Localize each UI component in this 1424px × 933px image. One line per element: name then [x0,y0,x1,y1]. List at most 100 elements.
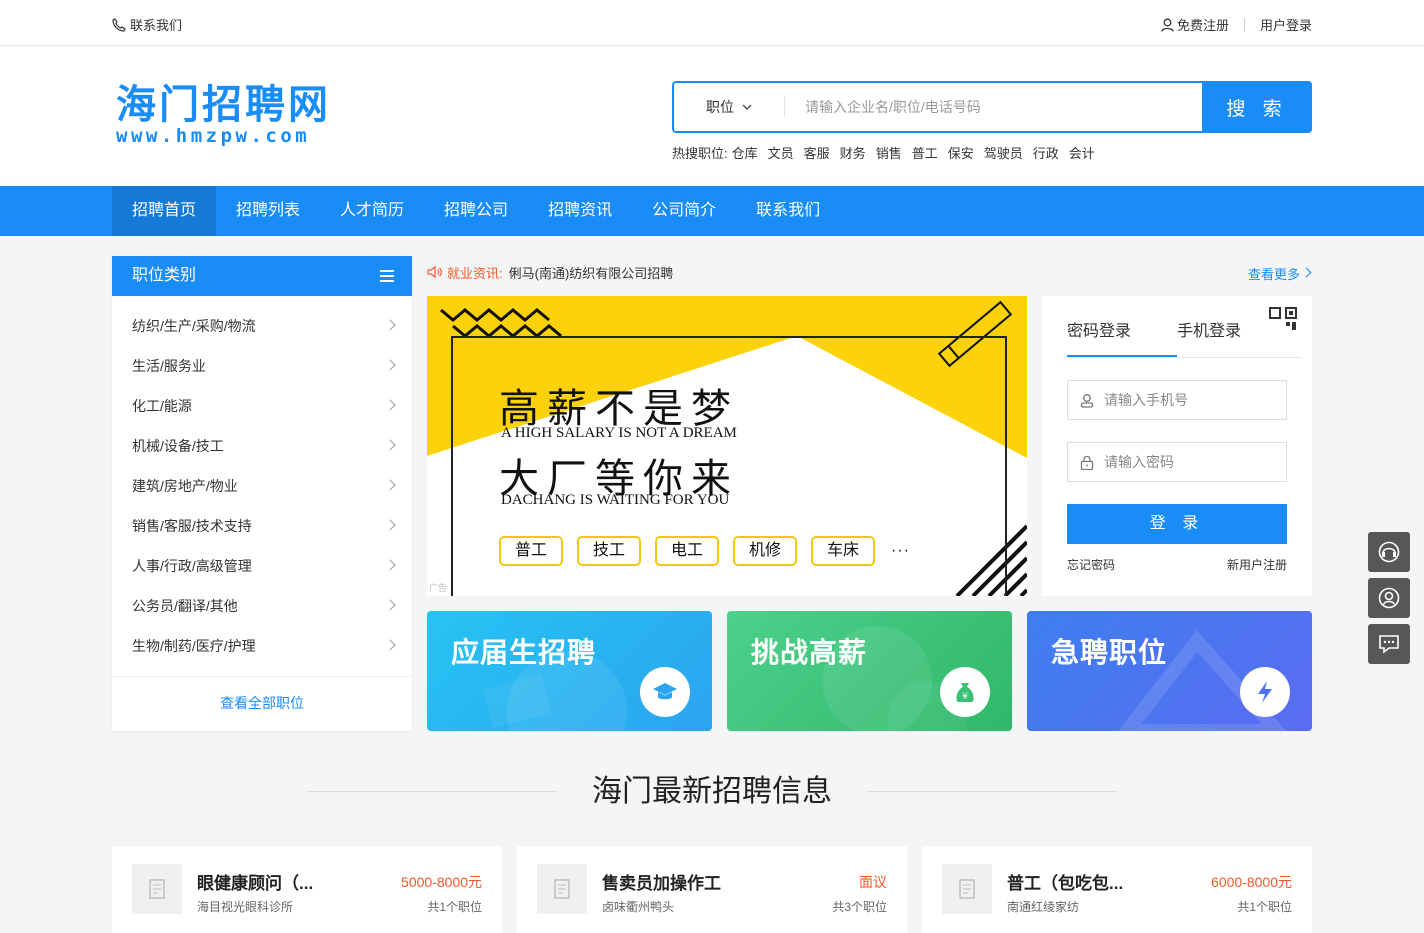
job-card[interactable]: 眼健康顾问（... 5000-8000元 海目视光眼科诊所 共1个职位 [112,846,502,933]
hot-search-item[interactable]: 普工 [912,143,938,162]
hot-search-item[interactable]: 驾驶员 [984,143,1023,162]
job-count: 共1个职位 [427,900,482,914]
banner-tag: 技工 [577,536,641,566]
promo-urgent-jobs[interactable]: 急聘职位 [1027,611,1312,731]
hot-search-item[interactable]: 财务 [840,143,866,162]
job-card[interactable]: 普工（包吃包... 6000-8000元 南通红绫家纺 共1个职位 [922,846,1312,933]
promo-high-salary[interactable]: 挑战高薪 ¥ [727,611,1012,731]
graduation-cap-icon [640,667,690,717]
nav-item-home[interactable]: 招聘首页 [112,186,217,236]
category-label: 公务员/翻译/其他 [132,598,238,614]
lock-icon [1080,455,1094,470]
hero-banner[interactable]: 高薪不是梦 A HIGH SALARY IS NOT A DREAM 大厂等你来… [427,296,1027,596]
sidebar-item-category[interactable]: 公务员/翻译/其他 [112,586,412,626]
promo-title: 应届生招聘 [451,637,597,668]
sidebar-item-category[interactable]: 机械/设备/技工 [112,426,412,466]
promo-title: 挑战高薪 [751,637,868,668]
category-label: 生活/服务业 [132,358,206,374]
search-category-select[interactable]: 职位 [674,83,784,131]
password-placeholder: 请输入密码 [1104,454,1174,470]
sidebar-item-category[interactable]: 生物/制药/医疗/护理 [112,626,412,666]
chevron-right-icon [384,559,396,571]
banner-subline-2: DACHANG IS WAITING FOR YOU [501,492,730,508]
job-title[interactable]: 普工（包吃包... [1007,869,1123,894]
company-name[interactable]: 海目视光眼科诊所 [197,898,293,915]
contact-link[interactable]: 联系我们 [112,15,182,34]
chevron-down-icon [742,104,752,110]
chevron-right-icon [384,399,396,411]
sidebar-item-category[interactable]: 化工/能源 [112,386,412,426]
hot-search-item[interactable]: 保安 [948,143,974,162]
hot-search-item[interactable]: 会计 [1069,143,1095,162]
sidebar-item-category[interactable]: 建筑/房地产/物业 [112,466,412,506]
logo-cn: 海门招聘网 [116,82,331,128]
nav-item-news[interactable]: 招聘资讯 [528,186,632,236]
category-label: 建筑/房地产/物业 [132,478,238,494]
banner-tags: 普工 技工 电工 机修 车床 ··· [499,536,910,566]
section-title: 海门最新招聘信息 [592,775,832,808]
search-input[interactable] [785,83,1202,131]
job-salary: 6000-8000元 [1211,874,1292,890]
job-title[interactable]: 售卖员加操作工 [602,869,721,894]
logo-en: www.hmzpw.com [116,125,311,147]
chevron-right-icon [384,319,396,331]
category-label: 人事/行政/高级管理 [132,558,252,574]
profile-button[interactable] [1368,578,1410,618]
category-label: 化工/能源 [132,398,192,414]
nav-item-contact[interactable]: 联系我们 [736,186,840,236]
latest-jobs-section: 海门最新招聘信息 [307,772,1117,812]
promo-graduate-jobs[interactable]: 应届生招聘 [427,611,712,731]
nav-item-companies[interactable]: 招聘公司 [424,186,528,236]
job-title[interactable]: 眼健康顾问（... [197,869,313,894]
money-bag-icon: ¥ [940,667,990,717]
chevron-right-icon [384,439,396,451]
new-user-register-link[interactable]: 新用户注册 [1227,556,1287,573]
job-salary: 5000-8000元 [401,874,482,890]
banner-tag: 车床 [811,536,875,566]
hot-search-item[interactable]: 销售 [876,143,902,162]
customer-service-button[interactable] [1368,532,1410,572]
qr-code-icon[interactable] [1268,306,1302,340]
hot-search-label: 热搜职位: [672,146,728,161]
view-more-link[interactable]: 查看更多 [1248,264,1300,283]
site-logo[interactable]: 海门招聘网 www.hmzpw.com [116,82,331,147]
login-links: 忘记密码 新用户注册 [1067,556,1287,573]
company-name[interactable]: 卤味衢州鸭头 [602,898,674,915]
sidebar-header: 职位类别 [112,256,412,296]
sidebar-item-category[interactable]: 纺织/生产/采购/物流 [112,306,412,346]
hot-search-item[interactable]: 行政 [1033,143,1059,162]
hot-search-item[interactable]: 文员 [768,143,794,162]
hot-search-item[interactable]: 仓库 [732,143,758,162]
nav-item-jobs[interactable]: 招聘列表 [216,186,320,236]
login-link[interactable]: 用户登录 [1260,15,1312,34]
message-button[interactable] [1368,624,1410,664]
forgot-password-link[interactable]: 忘记密码 [1067,556,1115,573]
nav-item-resumes[interactable]: 人才简历 [320,186,424,236]
ad-label: 广告 [429,583,448,593]
top-bar: 联系我们 免费注册 用户登录 [0,0,1424,46]
search-button[interactable]: 搜 索 [1202,81,1312,133]
phone-field[interactable]: 请输入手机号 [1067,380,1287,420]
password-field[interactable]: 请输入密码 [1067,442,1287,482]
banner-subline-1: A HIGH SALARY IS NOT A DREAM [501,425,737,441]
user-icon [1161,18,1174,32]
sidebar-item-category[interactable]: 销售/客服/技术支持 [112,506,412,546]
job-card[interactable]: 售卖员加操作工 面议 卤味衢州鸭头 共3个职位 [517,846,907,933]
job-count: 共3个职位 [832,900,887,914]
news-label: 就业资讯: [447,265,503,281]
sidebar-item-category[interactable]: 人事/行政/高级管理 [112,546,412,586]
nav-item-about[interactable]: 公司简介 [632,186,736,236]
sidebar-item-category[interactable]: 生活/服务业 [112,346,412,386]
divider [1243,17,1245,32]
lightning-icon [1240,667,1290,717]
hot-search-item[interactable]: 客服 [804,143,830,162]
news-headline[interactable]: 俐马(南通)纺织有限公司招聘 [509,263,674,282]
login-button[interactable]: 登 录 [1067,504,1287,544]
hot-search: 热搜职位: 仓库 文员 客服 财务 销售 普工 保安 驾驶员 行政 会计 [672,143,1095,162]
floating-toolbar [1368,532,1410,670]
company-name[interactable]: 南通红绫家纺 [1007,898,1079,915]
menu-icon[interactable] [380,270,394,285]
register-link[interactable]: 免费注册 [1161,15,1229,34]
tab-password-login[interactable]: 密码登录 [1067,320,1177,357]
view-all-jobs-link[interactable]: 查看全部职位 [112,676,412,731]
